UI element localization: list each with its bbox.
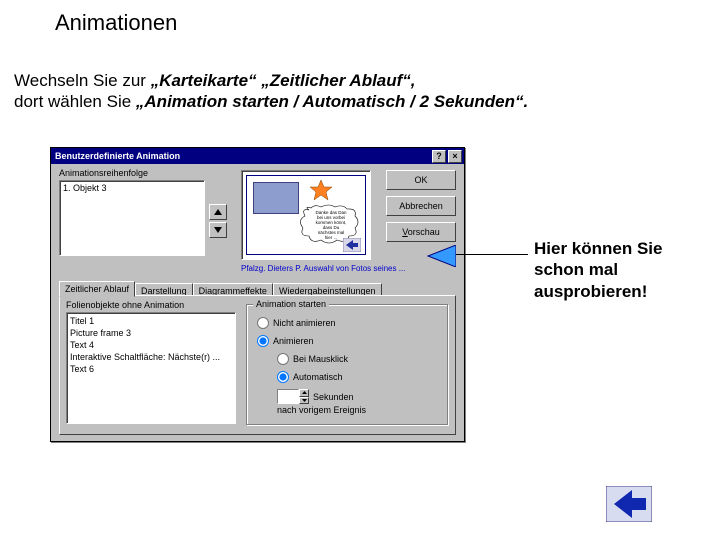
radio-animate[interactable] [257, 335, 269, 347]
list-item[interactable]: Titel 1 [70, 315, 232, 327]
arrow-left-icon [606, 486, 652, 522]
dialog-button-column: OK Abbrechen Vorschau [386, 170, 456, 248]
callout-line: ausprobieren! [534, 281, 662, 302]
chevron-down-icon [214, 227, 222, 233]
seconds-label: Sekunden [313, 392, 354, 402]
order-updown [209, 204, 231, 240]
chevron-up-icon [302, 391, 307, 394]
slide-thumb: Danke das Dan bei uns vorbei kommen könn… [241, 170, 371, 260]
cancel-button[interactable]: Abbrechen [386, 196, 456, 216]
ok-button[interactable]: OK [386, 170, 456, 190]
preview-button[interactable]: Vorschau [386, 222, 456, 242]
page-title: Animationen [55, 10, 177, 36]
list-item[interactable]: Text 6 [70, 363, 232, 375]
callout-connector-line [450, 254, 528, 255]
anim-order-listbox[interactable]: 1. Objekt 3 [59, 180, 205, 256]
callout-line: Hier können Sie [534, 238, 662, 259]
list-item[interactable]: Picture frame 3 [70, 327, 232, 339]
dialog-titlebar: Benutzerdefinierte Animation ? × [51, 148, 464, 164]
no-animation-listbox[interactable]: Titel 1 Picture frame 3 Text 4 Interakti… [66, 312, 236, 424]
instr-line1-prefix: Wechseln Sie zur [14, 71, 151, 90]
thumb-image-placeholder [253, 182, 299, 214]
preview-caption: Pfalzg. Dieters P. Auswahl von Fotos sei… [241, 264, 405, 273]
help-button[interactable]: ? [432, 150, 446, 163]
animation-dialog: Benutzerdefinierte Animation ? × Animati… [50, 147, 465, 442]
radio-onclick-label: Bei Mausklick [293, 354, 348, 364]
no-animation-label: Folienobjekte ohne Animation [66, 300, 184, 310]
start-animation-groupbox: Animation starten Nicht animieren Animie… [246, 304, 449, 426]
seconds-spinner[interactable] [277, 389, 309, 404]
thumb-star-icon [309, 180, 333, 202]
dialog-title: Benutzerdefinierte Animation [53, 151, 430, 161]
spinner-down-button[interactable] [299, 397, 309, 405]
thumb-nav-arrow-icon [343, 238, 361, 252]
spinner-up-button[interactable] [299, 389, 309, 397]
move-down-button[interactable] [209, 222, 227, 238]
radio-onclick[interactable] [277, 353, 289, 365]
chevron-down-icon [302, 399, 307, 402]
move-up-button[interactable] [209, 204, 227, 220]
callout-line: schon mal [534, 259, 662, 280]
tab-panel-zeitlicher-ablauf: Folienobjekte ohne Animation Titel 1 Pic… [59, 295, 456, 435]
instr-line2-em: „Animation starten / Automatisch / 2 Sek… [136, 92, 528, 111]
instr-line1-em: „Karteikarte“ „Zeitlicher Ablauf“, [151, 71, 416, 90]
chevron-up-icon [214, 209, 222, 215]
after-event-label: nach vorigem Ereignis [277, 405, 366, 415]
close-button[interactable]: × [448, 150, 462, 163]
list-item[interactable]: 1. Objekt 3 [63, 183, 201, 193]
thumb-frame: Danke das Dan bei uns vorbei kommen könn… [246, 175, 366, 255]
instruction-text: Wechseln Sie zur „Karteikarte“ „Zeitlich… [14, 70, 528, 113]
anim-order-label: Animationsreihenfolge [59, 168, 148, 178]
list-item[interactable]: Interaktive Schaltfläche: Nächste(r) ... [70, 351, 232, 363]
nav-back-button[interactable] [606, 486, 652, 522]
radio-automatic[interactable] [277, 371, 289, 383]
seconds-input[interactable] [277, 389, 299, 404]
group-legend: Animation starten [253, 299, 329, 309]
radio-none-label: Nicht animieren [273, 318, 336, 328]
radio-animate-label: Animieren [273, 336, 314, 346]
instr-line2-prefix: dort wählen Sie [14, 92, 136, 111]
callout-text: Hier können Sie schon mal ausprobieren! [534, 238, 662, 302]
tab-zeitlicher-ablauf[interactable]: Zeitlicher Ablauf [59, 281, 135, 297]
radio-automatic-label: Automatisch [293, 372, 343, 382]
slide-preview: Danke das Dan bei uns vorbei kommen könn… [241, 170, 371, 260]
list-item[interactable]: Text 4 [70, 339, 232, 351]
radio-none[interactable] [257, 317, 269, 329]
callout-arrow-icon [426, 245, 456, 267]
